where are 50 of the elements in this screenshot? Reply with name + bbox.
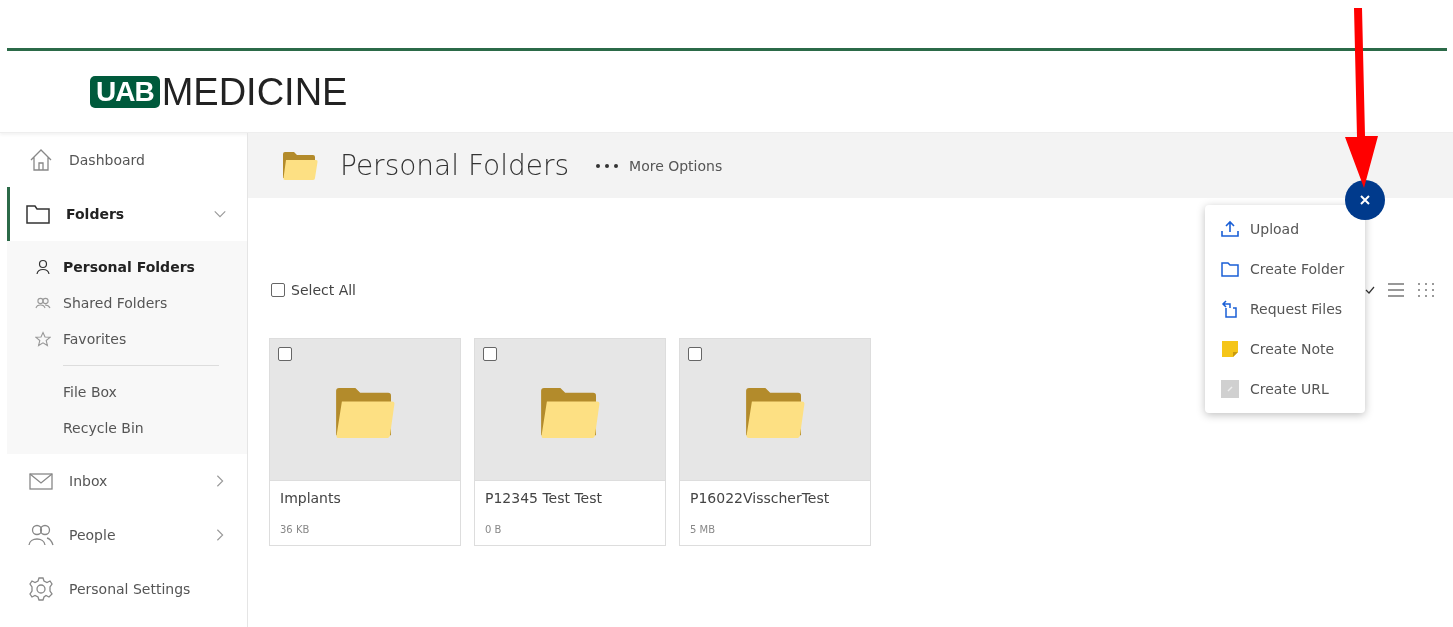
folder-size: 5 MB	[690, 524, 717, 535]
page-title: Personal Folders	[340, 149, 570, 182]
upload-icon	[1221, 220, 1239, 238]
more-options-button[interactable]: More Options	[589, 156, 729, 175]
note-icon	[1221, 340, 1239, 358]
nav-item[interactable]: Inbox	[7, 454, 247, 508]
folder-icon	[539, 386, 601, 439]
checkbox[interactable]	[483, 347, 497, 361]
submenu-item[interactable]: Favorites	[7, 321, 247, 357]
nav-item[interactable]: Personal Settings	[7, 562, 247, 616]
menu-item[interactable]: Upload	[1205, 209, 1365, 249]
select-all-checkbox[interactable]: Select All	[271, 282, 356, 298]
menu-item[interactable]: Create Folder	[1205, 249, 1365, 289]
checkbox[interactable]	[688, 347, 702, 361]
folder-card[interactable]: P12345 Test Test 0 B	[474, 338, 666, 546]
folder-name: P12345 Test Test	[485, 490, 604, 506]
folder-card[interactable]: P16022VisscherTest 5 MB	[679, 338, 871, 546]
nav-item[interactable]: People	[7, 508, 247, 562]
menu-item[interactable]: Create Note	[1205, 329, 1365, 369]
person-icon	[35, 259, 51, 275]
grid-view-icon[interactable]	[1417, 282, 1435, 298]
menu-item[interactable]: Request Files	[1205, 289, 1365, 329]
folder-name: Implants	[280, 490, 342, 506]
logo: UAB MEDICINE	[90, 71, 348, 112]
submenu-item[interactable]: Shared Folders	[7, 285, 247, 321]
folder-icon	[282, 150, 318, 181]
folder-icon	[744, 386, 806, 439]
people-icon	[35, 295, 51, 311]
folder-size: 36 KB	[280, 524, 311, 535]
request-icon	[1221, 300, 1239, 318]
submenu-item[interactable]: Recycle Bin	[7, 410, 247, 446]
folder-name: P16022VisscherTest	[690, 490, 831, 506]
menu-item[interactable]: Create URL	[1205, 369, 1365, 409]
folder-icon	[1221, 260, 1239, 278]
home-icon	[28, 147, 54, 173]
check-icon	[1365, 285, 1375, 295]
checkbox[interactable]	[278, 347, 292, 361]
submenu-item[interactable]: File Box	[7, 374, 247, 410]
list-view-icon[interactable]	[1387, 282, 1405, 298]
nav-item[interactable]: Dashboard	[7, 133, 247, 187]
more-icon	[595, 162, 620, 169]
settings-icon	[28, 576, 54, 602]
submenu-item[interactable]: Personal Folders	[7, 249, 247, 285]
folder-icon	[334, 386, 396, 439]
folder-card[interactable]: Implants 36 KB	[269, 338, 461, 546]
folder-size: 0 B	[485, 524, 503, 535]
star-icon	[35, 331, 51, 347]
link-icon	[1221, 380, 1239, 398]
close-icon	[1359, 194, 1371, 206]
people-icon	[28, 522, 54, 548]
